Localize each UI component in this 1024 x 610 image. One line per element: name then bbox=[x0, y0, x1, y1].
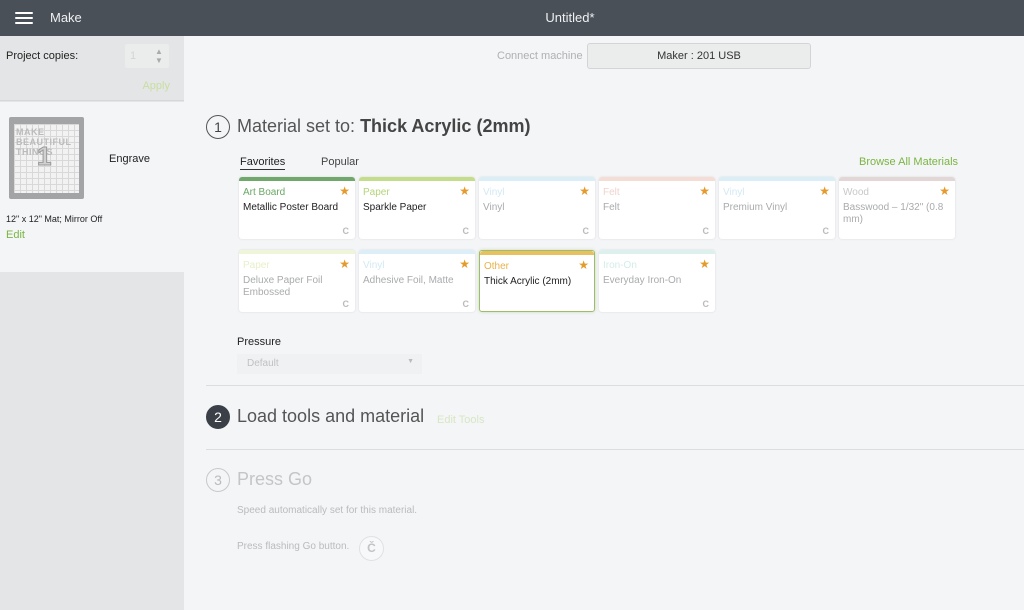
material-card[interactable]: Vinyl Vinyl ★ C bbox=[479, 177, 595, 239]
pressure-value: Default bbox=[247, 358, 279, 369]
material-name: Deluxe Paper Foil Embossed bbox=[243, 275, 323, 298]
material-name: Adhesive Foil, Matte bbox=[363, 275, 454, 286]
material-card[interactable]: Art Board Metallic Poster Board ★ C bbox=[239, 177, 355, 239]
material-category: Paper bbox=[243, 260, 270, 271]
favorite-star-icon[interactable]: ★ bbox=[819, 184, 830, 198]
speed-info-text: Speed automatically set for this materia… bbox=[237, 505, 418, 516]
divider bbox=[206, 385, 1024, 386]
material-color-bar bbox=[599, 177, 715, 181]
sidebar: Project copies: 1 ▲ ▼ Apply MAKE BEAUTIF… bbox=[0, 36, 184, 610]
material-category: Felt bbox=[603, 187, 620, 198]
material-category: Vinyl bbox=[363, 260, 385, 271]
material-color-bar bbox=[839, 177, 955, 181]
tab-favorites[interactable]: Favorites bbox=[240, 156, 286, 170]
material-category: Other bbox=[484, 261, 510, 272]
favorite-star-icon[interactable]: ★ bbox=[939, 184, 950, 198]
favorite-star-icon[interactable]: ★ bbox=[578, 258, 589, 272]
step-2-badge: 2 bbox=[206, 405, 230, 429]
step-2-title: Load tools and material bbox=[237, 406, 425, 426]
material-card[interactable]: Felt Felt ★ C bbox=[599, 177, 715, 239]
project-copies-input[interactable]: 1 ▲ ▼ bbox=[125, 44, 169, 68]
material-card[interactable]: Paper Deluxe Paper Foil Embossed ★ C bbox=[239, 250, 355, 312]
favorite-star-icon[interactable]: ★ bbox=[339, 184, 350, 198]
pressure-select[interactable]: Default ▼ bbox=[237, 354, 422, 374]
material-color-bar bbox=[479, 177, 595, 181]
project-copies-value: 1 bbox=[130, 50, 137, 62]
material-name: Premium Vinyl bbox=[723, 202, 788, 213]
material-name: Metallic Poster Board bbox=[243, 202, 339, 213]
project-copies-panel: Project copies: 1 ▲ ▼ Apply bbox=[0, 36, 184, 101]
material-category: Art Board bbox=[243, 187, 286, 198]
material-name: Vinyl bbox=[483, 202, 505, 213]
top-bar: Make Untitled* bbox=[0, 0, 1024, 36]
press-go-text: Press flashing Go button. bbox=[237, 541, 350, 552]
material-color-bar bbox=[359, 250, 475, 254]
material-category: Vinyl bbox=[723, 187, 745, 198]
selected-material: Thick Acrylic (2mm) bbox=[360, 116, 531, 136]
connect-machine-label: Connect machine bbox=[497, 50, 583, 62]
step-1-title-prefix: Material set to: bbox=[237, 116, 356, 136]
mat-panel[interactable]: MAKE BEAUTIFUL THINGS 1 Engrave 12" x 12… bbox=[0, 102, 184, 272]
pressure-label: Pressure bbox=[237, 336, 282, 348]
tab-popular[interactable]: Popular bbox=[321, 156, 359, 168]
step-3-badge: 3 bbox=[206, 468, 230, 492]
cricut-logo-icon: C bbox=[702, 299, 710, 309]
mat-number: 1 bbox=[36, 141, 52, 172]
edit-tools-link[interactable]: Edit Tools bbox=[437, 414, 485, 426]
chevron-up-icon[interactable]: ▲ bbox=[154, 47, 164, 56]
favorite-star-icon[interactable]: ★ bbox=[699, 184, 710, 198]
material-category: Vinyl bbox=[483, 187, 505, 198]
step-1-title: Material set to: Thick Acrylic (2mm) bbox=[237, 116, 530, 137]
material-category: Paper bbox=[363, 187, 390, 198]
material-category: Wood bbox=[843, 187, 869, 198]
cricut-logo-icon: C bbox=[342, 299, 350, 309]
mat-edit-link[interactable]: Edit bbox=[6, 229, 25, 241]
chevron-down-icon[interactable]: ▼ bbox=[154, 56, 164, 65]
material-name: Felt bbox=[603, 202, 620, 213]
material-color-bar bbox=[359, 177, 475, 181]
material-category: Iron-On bbox=[603, 260, 637, 271]
material-card[interactable]: Paper Sparkle Paper ★ C bbox=[359, 177, 475, 239]
favorite-star-icon[interactable]: ★ bbox=[699, 257, 710, 271]
browse-all-materials-link[interactable]: Browse All Materials bbox=[859, 156, 958, 168]
document-title: Untitled* bbox=[545, 10, 595, 25]
favorite-star-icon[interactable]: ★ bbox=[459, 257, 470, 271]
cricut-go-icon: Č bbox=[359, 536, 384, 561]
cricut-logo-icon: C bbox=[582, 226, 590, 236]
favorite-star-icon[interactable]: ★ bbox=[579, 184, 590, 198]
project-copies-label: Project copies: bbox=[6, 50, 79, 62]
cricut-logo-icon: C bbox=[702, 226, 710, 236]
material-card[interactable]: Vinyl Premium Vinyl ★ C bbox=[719, 177, 835, 239]
cricut-logo-icon: C bbox=[462, 299, 470, 309]
divider bbox=[206, 449, 1024, 450]
material-name: Everyday Iron-On bbox=[603, 275, 682, 286]
apply-button[interactable]: Apply bbox=[142, 80, 170, 92]
material-color-bar bbox=[719, 177, 835, 181]
material-name: Basswood – 1/32" (0.8 mm) bbox=[843, 202, 944, 225]
material-card[interactable]: Vinyl Adhesive Foil, Matte ★ C bbox=[359, 250, 475, 312]
cricut-logo-icon: C bbox=[462, 226, 470, 236]
material-card[interactable]: Other Thick Acrylic (2mm) ★ bbox=[479, 250, 595, 312]
main-panel: Connect machine Maker : 201 USB 1 Materi… bbox=[184, 36, 1024, 610]
material-name: Thick Acrylic (2mm) bbox=[484, 276, 572, 287]
step-3-title: Press Go bbox=[237, 469, 313, 489]
material-name: Sparkle Paper bbox=[363, 202, 427, 213]
material-color-bar bbox=[239, 177, 355, 181]
material-color-bar bbox=[599, 250, 715, 254]
caret-down-icon: ▼ bbox=[407, 358, 414, 365]
material-card[interactable]: Wood Basswood – 1/32" (0.8 mm) ★ bbox=[839, 177, 955, 239]
machine-select-button[interactable]: Maker : 201 USB bbox=[587, 43, 811, 69]
mat-operation: Engrave bbox=[109, 153, 150, 165]
cricut-logo-icon: C bbox=[822, 226, 830, 236]
mat-info: 12" x 12" Mat; Mirror Off bbox=[6, 214, 103, 224]
material-color-bar bbox=[480, 251, 594, 255]
copies-stepper[interactable]: ▲ ▼ bbox=[154, 47, 164, 65]
material-color-bar bbox=[239, 250, 355, 254]
cricut-logo-icon: C bbox=[342, 226, 350, 236]
material-card[interactable]: Iron-On Everyday Iron-On ★ C bbox=[599, 250, 715, 312]
favorite-star-icon[interactable]: ★ bbox=[339, 257, 350, 271]
favorite-star-icon[interactable]: ★ bbox=[459, 184, 470, 198]
step-1-badge: 1 bbox=[206, 115, 230, 139]
mat-thumbnail[interactable]: MAKE BEAUTIFUL THINGS 1 bbox=[9, 117, 84, 199]
